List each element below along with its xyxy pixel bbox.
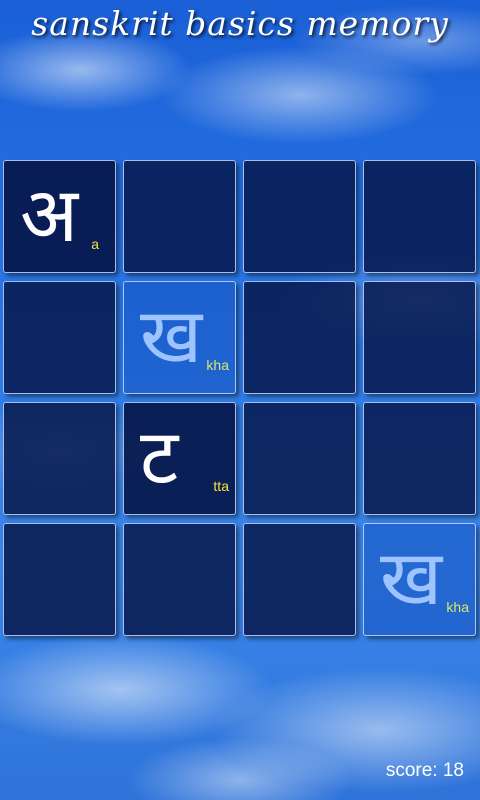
card-1[interactable] xyxy=(123,160,236,273)
card-grid: अ a ख kha ट tta ख kha xyxy=(3,160,476,636)
card-glyph: अ xyxy=(20,170,79,259)
card-glyph: ख xyxy=(140,291,203,380)
card-3[interactable] xyxy=(363,160,476,273)
card-14[interactable] xyxy=(243,523,356,636)
card-0[interactable]: अ a xyxy=(3,160,116,273)
card-transliteration: kha xyxy=(206,357,229,373)
card-transliteration: kha xyxy=(446,599,469,615)
card-5[interactable]: ख kha xyxy=(123,281,236,394)
card-15[interactable]: ख kha xyxy=(363,523,476,636)
card-transliteration: tta xyxy=(213,478,229,494)
card-2[interactable] xyxy=(243,160,356,273)
card-7[interactable] xyxy=(363,281,476,394)
card-glyph: ख xyxy=(380,533,443,622)
card-10[interactable] xyxy=(243,402,356,515)
card-12[interactable] xyxy=(3,523,116,636)
card-8[interactable] xyxy=(3,402,116,515)
card-9[interactable]: ट tta xyxy=(123,402,236,515)
card-13[interactable] xyxy=(123,523,236,636)
game-title: sanskrit basics memory xyxy=(31,4,449,43)
score-label: score: 18 xyxy=(385,760,464,781)
card-glyph: ट xyxy=(140,412,179,501)
card-4[interactable] xyxy=(3,281,116,394)
card-6[interactable] xyxy=(243,281,356,394)
card-transliteration: a xyxy=(91,236,99,252)
card-11[interactable] xyxy=(363,402,476,515)
